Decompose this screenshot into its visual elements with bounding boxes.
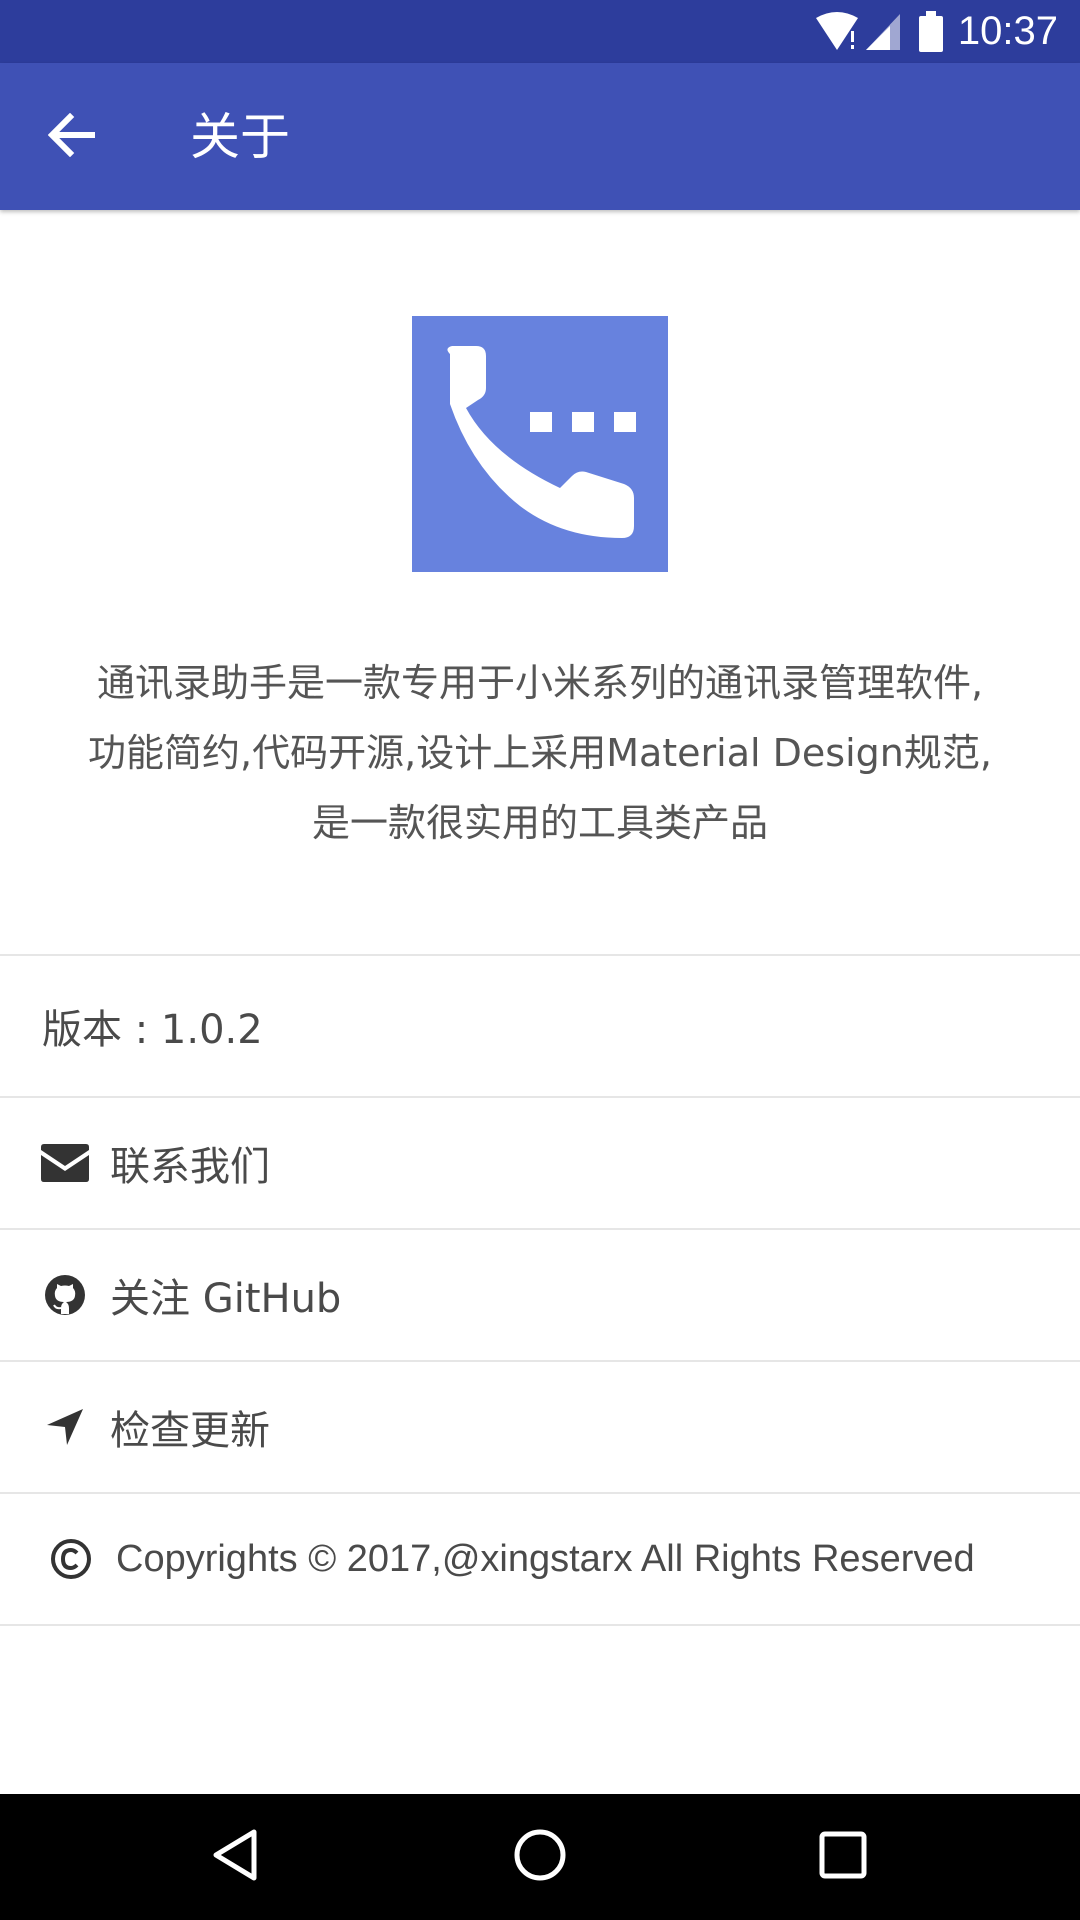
status-bar: 10:37 bbox=[0, 0, 1080, 63]
nav-back-button[interactable] bbox=[200, 1822, 270, 1892]
mail-icon bbox=[40, 1138, 90, 1188]
app-description: 通讯录助手是一款专用于小米系列的通讯录管理软件, 功能简约,代码开源,设计上采用… bbox=[30, 648, 1050, 858]
app-bar: 关于 bbox=[0, 63, 1080, 210]
recents-square-icon bbox=[818, 1830, 868, 1884]
description-line: 功能简约,代码开源,设计上采用Material Design规范, bbox=[88, 731, 992, 775]
back-triangle-icon bbox=[210, 1828, 260, 1886]
version-row: 版本 : 1.0.2 bbox=[0, 956, 1080, 1096]
contact-us-label: 联系我们 bbox=[110, 1144, 270, 1190]
status-time: 10:37 bbox=[957, 9, 1058, 53]
github-icon bbox=[40, 1270, 90, 1320]
github-item[interactable]: 关注 GitHub bbox=[0, 1230, 1080, 1360]
copyright-label: Copyrights © 2017,@xingstarx All Rights … bbox=[116, 1537, 975, 1580]
contact-us-item[interactable]: 联系我们 bbox=[0, 1098, 1080, 1228]
battery-icon bbox=[918, 10, 944, 53]
wifi-icon bbox=[814, 11, 860, 52]
check-update-label: 检查更新 bbox=[110, 1408, 270, 1454]
copyright-item: Copyrights © 2017,@xingstarx All Rights … bbox=[0, 1494, 1080, 1624]
app-logo bbox=[412, 316, 668, 572]
nav-home-button[interactable] bbox=[505, 1822, 575, 1892]
description-line: 通讯录助手是一款专用于小米系列的通讯录管理软件, bbox=[96, 661, 984, 705]
cell-signal-icon bbox=[864, 12, 904, 52]
navigation-arrow-icon bbox=[40, 1402, 90, 1452]
divider bbox=[0, 1624, 1080, 1626]
check-update-item[interactable]: 检查更新 bbox=[0, 1362, 1080, 1492]
github-label: 关注 GitHub bbox=[110, 1276, 342, 1322]
system-nav-bar bbox=[0, 1794, 1080, 1920]
back-button[interactable] bbox=[28, 99, 116, 175]
status-icons: 10:37 bbox=[814, 0, 1058, 63]
page-title: 关于 bbox=[190, 108, 290, 166]
description-line: 是一款很实用的工具类产品 bbox=[311, 801, 768, 845]
arrow-back-icon bbox=[47, 112, 96, 161]
copyright-icon bbox=[46, 1534, 96, 1584]
version-label: 版本 : 1.0.2 bbox=[42, 1007, 263, 1053]
home-circle-icon bbox=[513, 1828, 567, 1886]
nav-recents-button[interactable] bbox=[808, 1822, 878, 1892]
phone-dialpad-icon bbox=[412, 316, 668, 572]
